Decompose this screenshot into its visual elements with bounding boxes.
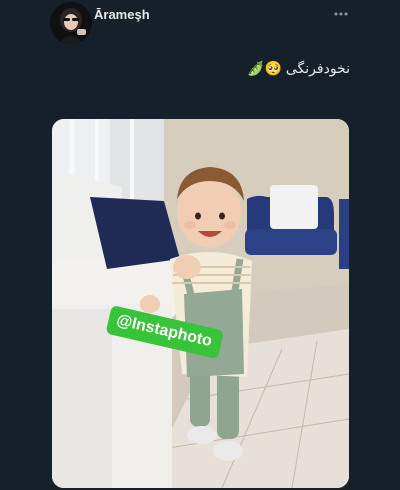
more-options-icon — [334, 12, 348, 16]
display-name[interactable]: Ārameşh — [94, 7, 150, 22]
tweet-text: نخودفرنگی 🥺🫛 — [247, 60, 350, 76]
avatar[interactable] — [50, 2, 92, 44]
more-options-button[interactable] — [331, 6, 351, 22]
avatar-image — [50, 2, 92, 44]
tweet-photo[interactable]: @Instaphoto — [52, 119, 349, 488]
baby-photo — [52, 119, 349, 488]
